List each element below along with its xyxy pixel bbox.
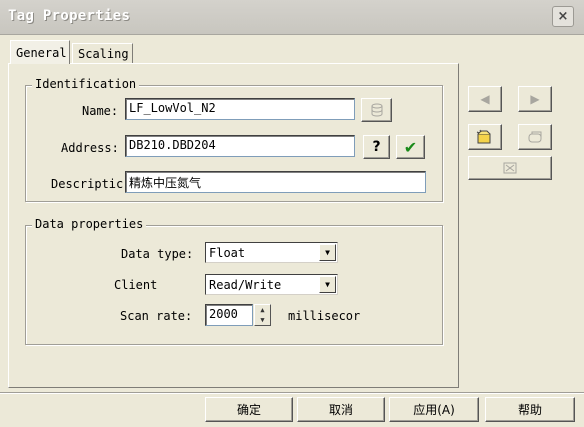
chevron-down-icon: ▼ [319,276,336,293]
apply-button-label: 应用(A) [413,403,455,417]
close-icon: × [557,9,569,24]
new-tag-button[interactable] [468,124,502,150]
database-icon [371,103,382,117]
previous-tag-button[interactable]: ◀ [468,86,502,112]
close-button[interactable]: × [552,6,574,27]
address-input[interactable]: DB210.DBD204 [125,135,355,157]
client-value: Read/Write [209,278,282,292]
spin-down-icon[interactable]: ▼ [255,315,270,325]
arrow-left-icon: ◀ [480,92,490,106]
arrow-right-icon: ▶ [530,92,540,106]
copy-tag-button[interactable] [518,124,552,150]
cancel-button-label: 取消 [328,403,353,417]
description-label: Descriptic [51,177,123,191]
tab-scaling[interactable]: Scaling [72,43,133,64]
data-properties-legend: Data properties [32,217,147,231]
data-type-select[interactable]: Float ▼ [205,242,338,263]
address-label: Address: [61,141,119,155]
help-button-label: 帮助 [517,403,542,417]
title-bar: Tag Properties × [0,0,584,35]
ok-button[interactable]: 确定 [205,397,293,422]
data-type-value: Float [209,246,246,260]
tab-general-label: General [16,45,67,60]
apply-button[interactable]: 应用(A) [389,397,479,422]
delete-tag-button[interactable] [468,156,552,180]
verify-button[interactable]: ✔ [396,135,425,159]
description-input[interactable]: 精炼中压氮气 [125,171,426,193]
spin-up-icon[interactable]: ▲ [255,305,270,315]
question-icon: ? [372,139,381,155]
name-input[interactable]: LF_LowVol_N2 [125,98,355,120]
data-type-label: Data type: [121,247,194,261]
ok-button-label: 确定 [236,403,261,417]
browse-button[interactable] [361,98,392,122]
copy-tag-icon [528,131,542,143]
client-select[interactable]: Read/Write ▼ [205,274,338,295]
identification-legend: Identification [32,77,140,91]
help-dialog-button[interactable]: 帮助 [485,397,575,422]
tab-scaling-label: Scaling [78,47,129,61]
scan-rate-input[interactable]: 2000 [205,304,253,326]
tab-general[interactable]: General [10,40,70,64]
delete-icon [503,162,517,174]
next-tag-button[interactable]: ▶ [518,86,552,112]
new-tag-icon [476,129,491,144]
scan-rate-stepper[interactable]: ▲ ▼ [254,304,271,326]
scan-rate-unit: millisecor [288,309,361,323]
chevron-down-icon: ▼ [319,244,336,261]
client-label: Client [114,278,158,292]
name-label: Name: [82,104,119,118]
scan-rate-label: Scan rate: [120,309,193,323]
window-title: Tag Properties [8,8,131,24]
help-button[interactable]: ? [363,135,390,159]
checkmark-icon: ✔ [403,137,418,157]
cancel-button[interactable]: 取消 [297,397,385,422]
